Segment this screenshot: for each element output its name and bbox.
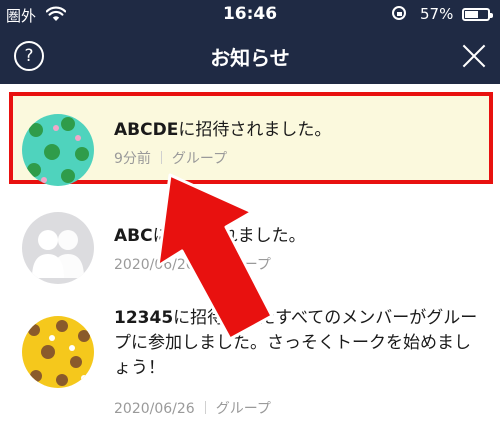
divider: [160, 151, 162, 164]
meta-row: 9分前 グループ: [114, 148, 227, 168]
timestamp: 2020/06/26: [114, 257, 195, 273]
close-icon[interactable]: [460, 42, 488, 70]
message: に招待されました。: [152, 226, 306, 246]
timestamp: 2020/06/26: [114, 401, 195, 417]
list-item[interactable]: ABCに招待されました。 2020/06/26 グループ: [0, 196, 500, 296]
bear-pattern-icon: [28, 320, 90, 386]
status-bar: 圏外 16:46 57%: [0, 0, 500, 28]
notification-text: 12345に招待されたすべてのメンバーがグループに参加しました。さっそくトークを…: [114, 306, 484, 381]
meta-row: 2020/06/26 グループ: [114, 398, 271, 418]
battery-percent: 57%: [420, 5, 454, 23]
battery-level: [465, 11, 478, 18]
nav-bar: ? お知らせ: [0, 28, 500, 84]
avatar: [22, 212, 94, 284]
message: に招待されました。: [178, 120, 332, 140]
notification-list: ABCDEに招待されました。 9分前 グループ ABCに招待されました。 2020…: [0, 84, 500, 446]
divider: [204, 257, 206, 270]
default-group-avatar-icon: [32, 230, 84, 278]
category-label: グループ: [171, 151, 228, 167]
group-name: ABC: [114, 226, 153, 246]
timestamp: 9分前: [114, 151, 151, 167]
list-item[interactable]: ABCDEに招待されました。 9分前 グループ: [0, 96, 500, 196]
page-title: お知らせ: [210, 46, 290, 70]
category-label: グループ: [215, 401, 271, 417]
battery-icon: [462, 8, 493, 21]
group-name: 12345: [114, 308, 174, 328]
group-name: ABCDE: [114, 120, 179, 140]
avatar: [22, 316, 94, 388]
list-item[interactable]: 12345に招待されたすべてのメンバーがグループに参加しました。さっそくトークを…: [0, 308, 500, 446]
avatar: [22, 114, 94, 186]
category-label: グループ: [215, 257, 271, 273]
meta-row: 2020/06/26 グループ: [114, 254, 271, 274]
notification-text: ABCDEに招待されました。: [114, 118, 484, 143]
notification-text: ABCに招待されました。: [114, 224, 484, 249]
rotation-lock-icon: [392, 6, 406, 20]
divider: [204, 401, 206, 414]
frog-pattern-icon: [27, 117, 89, 183]
